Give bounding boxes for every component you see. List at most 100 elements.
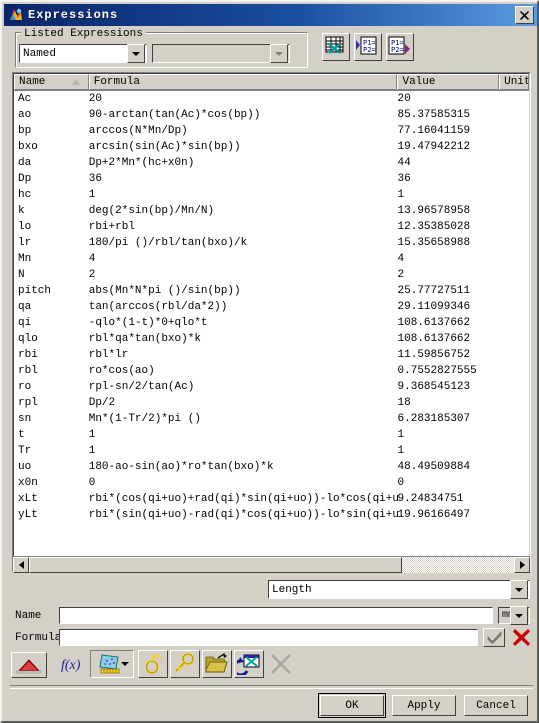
cell-value: 108.6137662 (397, 333, 471, 345)
scrollbar-track[interactable] (29, 557, 514, 573)
table-row[interactable]: yLt rbi*(sin(qi+uo)-rad(qi)*cos(qi+uo))-l… (14, 507, 529, 523)
scroll-right-icon[interactable] (514, 557, 530, 573)
cell-name: xLt (18, 493, 38, 505)
cell-formula: 2 (88, 269, 96, 281)
column-header-name-label: Name (19, 76, 46, 88)
cell-name: Mn (18, 253, 32, 265)
close-button[interactable] (515, 6, 534, 24)
table-row[interactable]: lr 180/pi ()/rbl/tan(bxo)/k 15.35658988 (14, 235, 529, 251)
cell-name: lo (18, 221, 32, 233)
function-fx-icon[interactable]: f(x) (58, 650, 86, 678)
cell-value: 6.283185307 (397, 413, 471, 425)
table-row[interactable]: bxo arcsin(sin(Ac)*sin(bp)) 19.47942212 (14, 139, 529, 155)
cell-name: rpl (18, 397, 38, 409)
import-expressions-icon[interactable]: P1= P2= (354, 33, 382, 61)
scrollbar-thumb[interactable] (29, 557, 403, 573)
cell-name: qi (18, 317, 32, 329)
table-row[interactable]: da Dp+2*Mn*(hc+x0n) 44 (14, 155, 529, 171)
edit-interpart-icon[interactable] (170, 650, 200, 678)
table-row[interactable]: qi -qlo*(1-t)*0+qlo*t 108.6137662 (14, 315, 529, 331)
cell-formula: abs(Mn*N*pi ()/sin(bp)) (88, 285, 241, 297)
cell-name: qlo (18, 333, 38, 345)
cell-formula: 1 (88, 189, 96, 201)
cell-value: 2 (397, 269, 405, 281)
listed-expressions-filter-combo[interactable]: Named (19, 44, 147, 63)
create-interpart-icon[interactable] (138, 650, 168, 678)
cell-value: 19.47942212 (397, 141, 471, 153)
column-header-units[interactable]: Units (499, 74, 529, 90)
table-row[interactable]: uo 180-ao-sin(ao)*ro*tan(bxo)*k 48.4950988… (14, 459, 529, 475)
dimensionality-combo[interactable]: Length (268, 580, 530, 599)
ok-button[interactable]: OK (318, 693, 386, 718)
table-header-row: Name Formula Value Units (14, 74, 529, 91)
cell-name: ro (18, 381, 32, 393)
name-input[interactable] (59, 607, 493, 624)
chevron-down-icon[interactable] (510, 606, 528, 625)
cell-value: 25.77727511 (397, 285, 471, 297)
cell-formula: arccos(N*Mn/Dp) (88, 125, 188, 137)
cell-name: rbi (18, 349, 38, 361)
cell-value: 12.35385028 (397, 221, 471, 233)
apply-button[interactable]: Apply (392, 695, 456, 716)
cell-formula: rpl-sn/2/tan(Ac) (88, 381, 195, 393)
measurement-icon[interactable] (11, 652, 47, 678)
cell-value: 18 (397, 397, 411, 409)
table-row[interactable]: ao 90-arctan(tan(Ac)*cos(bp)) 85.37585315 (14, 107, 529, 123)
expressions-table: Name Formula Value Units Ac2020ao90-arct… (12, 72, 531, 572)
table-horizontal-scrollbar[interactable] (13, 556, 530, 573)
cell-name: pitch (18, 285, 52, 297)
cancel-button[interactable]: Cancel (464, 695, 528, 716)
table-row[interactable]: Tr 1 1 (14, 443, 529, 459)
table-row[interactable]: hc 1 1 (14, 187, 529, 203)
table-row[interactable]: Ac 20 20 (14, 91, 529, 107)
cell-value: 1 (397, 189, 405, 201)
table-row[interactable]: Mn 4 4 (14, 251, 529, 267)
chevron-down-icon[interactable] (510, 580, 528, 599)
create-measurement-icon[interactable] (90, 650, 134, 678)
scroll-left-icon[interactable] (13, 557, 29, 573)
table-row[interactable]: N 2 2 (14, 267, 529, 283)
listed-expressions-secondary-combo[interactable] (152, 44, 290, 63)
export-expressions-icon[interactable]: P1= P2= (386, 33, 414, 61)
table-row[interactable]: qa tan(arccos(rbl/da*2)) 29.11099346 (14, 299, 529, 315)
table-row[interactable]: Dp 36 36 (14, 171, 529, 187)
cell-value: 11.59856752 (397, 349, 471, 361)
reject-x-icon[interactable] (510, 628, 532, 647)
cell-name: Tr (18, 445, 32, 457)
column-header-value-label: Value (402, 76, 436, 88)
table-row[interactable]: rbl ro*cos(ao) 0.7552827555 (14, 363, 529, 379)
window-title: Expressions (28, 8, 119, 22)
table-row[interactable]: qlo rbl*qa*tan(bxo)*k 108.6137662 (14, 331, 529, 347)
formula-label: Formula (15, 632, 62, 644)
table-row[interactable]: sn Mn*(1-Tr/2)*pi () 6.283185307 (14, 411, 529, 427)
column-header-value[interactable]: Value (397, 74, 500, 90)
delete-x-icon[interactable] (266, 650, 296, 678)
table-row[interactable]: k deg(2*sin(bp)/Mn/N) 13.96578958 (14, 203, 529, 219)
table-row[interactable]: pitch abs(Mn*N*pi ()/sin(bp)) 25.77727511 (14, 283, 529, 299)
table-row[interactable]: ro rpl-sn/2/tan(Ac) 9.368545123 (14, 379, 529, 395)
table-row[interactable]: bp arccos(N*Mn/Dp) 77.16041159 (14, 123, 529, 139)
cell-formula: rbi+rbl (88, 221, 135, 233)
cell-formula: rbi*(cos(qi+uo)+rad(qi)*sin(qi+uo))-lo*c… (88, 493, 398, 505)
formula-input[interactable] (59, 629, 478, 646)
table-row[interactable]: t 1 1 (14, 427, 529, 443)
unit-combo[interactable]: mm (498, 606, 530, 625)
chevron-down-icon[interactable] (127, 44, 145, 63)
cell-name: Ac (18, 93, 32, 105)
column-header-name[interactable]: Name (14, 74, 89, 90)
open-file-icon[interactable] (202, 650, 232, 678)
update-refresh-icon[interactable] (234, 650, 264, 678)
table-row[interactable]: x0n 0 0 (14, 475, 529, 491)
cell-formula: tan(arccos(rbl/da*2)) (88, 301, 228, 313)
table-row[interactable]: lo rbi+rbl 12.35385028 (14, 219, 529, 235)
chevron-down-icon[interactable] (121, 662, 129, 666)
accept-check-icon[interactable] (483, 628, 505, 647)
chevron-down-icon[interactable] (270, 44, 288, 63)
cell-formula: 180/pi ()/rbl/tan(bxo)/k (88, 237, 248, 249)
create-multiple-expressions-icon[interactable] (322, 33, 350, 61)
table-row[interactable]: rbi rbl*lr 11.59856752 (14, 347, 529, 363)
column-header-formula[interactable]: Formula (88, 74, 398, 90)
column-header-formula-label: Formula (93, 76, 140, 88)
table-row[interactable]: xLt rbi*(cos(qi+uo)+rad(qi)*sin(qi+uo))-l… (14, 491, 529, 507)
table-row[interactable]: rpl Dp/2 18 (14, 395, 529, 411)
